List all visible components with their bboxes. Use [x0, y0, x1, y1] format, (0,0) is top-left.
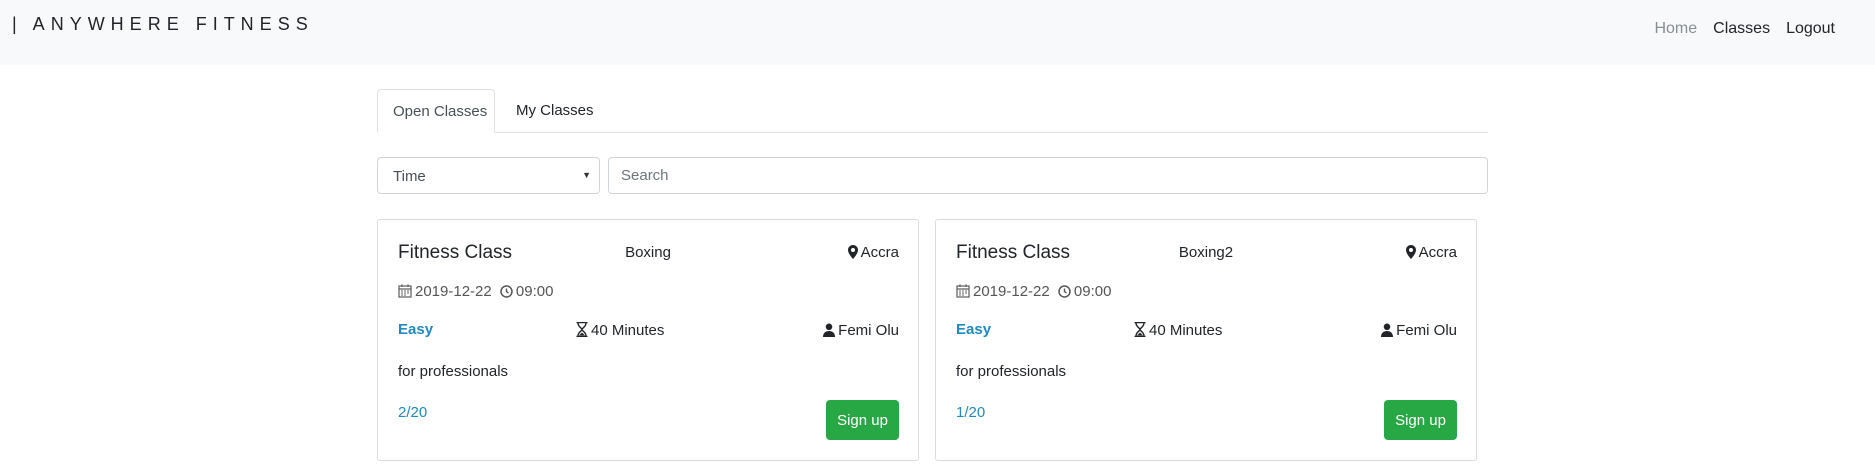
class-attendance-count: 2/20	[398, 404, 428, 421]
class-description: for professionals	[956, 363, 1067, 380]
class-instructor-text: Femi Olu	[1396, 322, 1457, 339]
class-location-text: Accra	[860, 244, 899, 261]
tab-open-classes[interactable]: Open Classes	[377, 89, 495, 133]
class-type: Boxing2	[1178, 244, 1234, 261]
class-duration: 40 Minutes	[576, 322, 664, 339]
calendar-icon	[398, 284, 412, 298]
sort-select[interactable]: Time ▼	[377, 157, 600, 194]
sort-select-value: Time	[393, 168, 426, 185]
class-location: Accra	[1405, 244, 1457, 261]
class-level: Easy	[956, 321, 992, 338]
class-description: for professionals	[398, 363, 509, 380]
class-time: 09:00	[515, 283, 554, 300]
class-duration-text: 40 Minutes	[591, 322, 665, 339]
class-card: Fitness Class Boxing Accra 2019-12-22 09…	[377, 219, 919, 461]
class-attendance-count: 1/20	[956, 404, 986, 421]
class-instructor: Femi Olu	[823, 322, 899, 339]
class-tabs: Open Classes My Classes	[377, 89, 1488, 133]
nav-home-link[interactable]: Home	[1654, 20, 1697, 38]
class-type: Boxing	[625, 244, 671, 261]
class-duration: 40 Minutes	[1134, 322, 1222, 339]
class-duration-text: 40 Minutes	[1149, 322, 1223, 339]
class-level: Easy	[398, 321, 434, 338]
calendar-icon	[956, 284, 970, 298]
dropdown-caret-icon: ▼	[582, 170, 591, 180]
class-time: 09:00	[1073, 283, 1112, 300]
class-location: Accra	[847, 244, 899, 261]
tab-my-classes[interactable]: My Classes	[501, 89, 609, 133]
sign-up-button[interactable]: Sign up	[1384, 400, 1457, 440]
hourglass-icon	[1134, 322, 1146, 337]
map-marker-icon	[1405, 245, 1416, 259]
class-date: 2019-12-22	[415, 283, 492, 300]
class-datetime: 2019-12-22 09:00	[398, 283, 553, 300]
nav-links: Home Classes Logout	[1654, 20, 1835, 38]
user-icon	[1381, 323, 1394, 337]
class-datetime: 2019-12-22 09:00	[956, 283, 1111, 300]
navbar: | ANYWHERE FITNESS Home Classes Logout	[0, 0, 1875, 65]
class-date: 2019-12-22	[973, 283, 1050, 300]
class-card: Fitness Class Boxing2 Accra 2019-12-22 0…	[935, 219, 1477, 461]
sign-up-button[interactable]: Sign up	[826, 400, 899, 440]
user-icon	[823, 323, 836, 337]
nav-logout-link[interactable]: Logout	[1786, 20, 1835, 38]
search-input[interactable]	[608, 157, 1488, 194]
class-instructor-text: Femi Olu	[838, 322, 899, 339]
hourglass-icon	[576, 322, 588, 337]
class-instructor: Femi Olu	[1381, 322, 1457, 339]
class-location-text: Accra	[1418, 244, 1457, 261]
brand-logo[interactable]: | ANYWHERE FITNESS	[12, 14, 314, 35]
clock-icon	[1058, 285, 1071, 298]
map-marker-icon	[847, 245, 858, 259]
clock-icon	[500, 285, 513, 298]
nav-classes-link[interactable]: Classes	[1713, 20, 1770, 38]
